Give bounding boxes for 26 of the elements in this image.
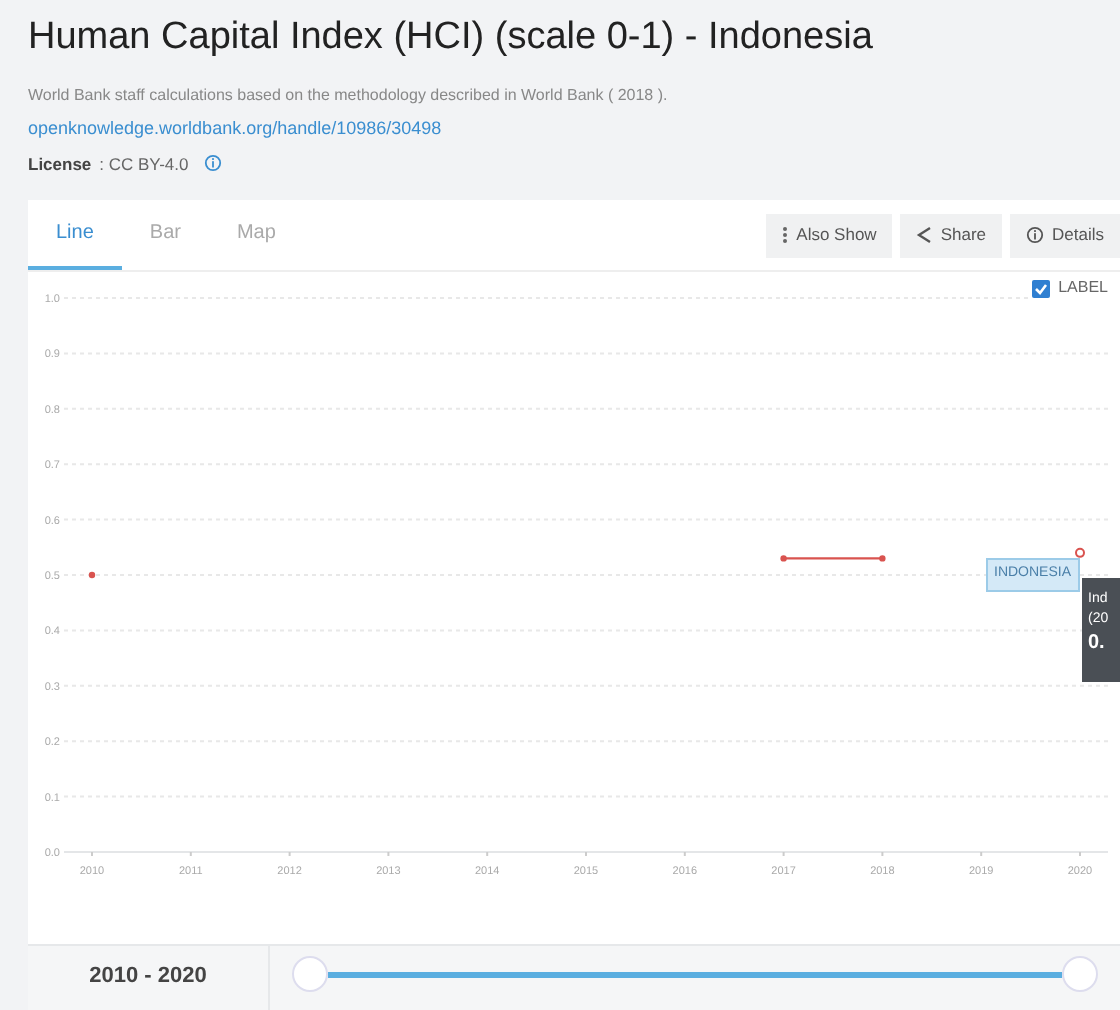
chart-tab[interactable]: Line	[28, 200, 122, 271]
toolbar-button[interactable]: Share	[900, 213, 1003, 258]
slider-handle[interactable]	[1062, 956, 1098, 993]
info-icon	[1026, 226, 1045, 245]
source-text: World Bank staff calculations based on the methodology described in World Bank ( 2018 ).	[28, 84, 668, 108]
label-toggle-text: LABEL	[1058, 276, 1108, 301]
slider-handle[interactable]	[292, 956, 328, 993]
more-icon	[782, 226, 789, 245]
data-point[interactable]	[1075, 548, 1085, 559]
tooltip-value: 0.	[1088, 630, 1105, 657]
data-point[interactable]	[88, 572, 96, 579]
data-point[interactable]	[780, 555, 787, 563]
data-point[interactable]	[879, 555, 886, 563]
range-slider[interactable]	[292, 956, 1098, 997]
share-icon	[916, 226, 933, 245]
label-checkbox[interactable]	[1032, 279, 1051, 298]
page-title: Human Capital Index (HCI) (scale 0-1) - Indonesia	[28, 14, 873, 62]
year-range-text: 2010 - 2020	[89, 961, 207, 991]
info-icon[interactable]	[204, 154, 223, 173]
source-link[interactable]: openknowledge.worldbank.org/handle/10986/30498	[28, 116, 442, 143]
toolbar-button[interactable]: Also Show	[766, 213, 893, 258]
license-label: License	[28, 151, 92, 177]
chart-tab[interactable]: Bar	[121, 200, 209, 271]
license-value: : CC BY-4.0	[99, 151, 189, 177]
chart-tab[interactable]: Map	[208, 200, 304, 271]
toolbar-button[interactable]: Details	[1010, 213, 1120, 258]
